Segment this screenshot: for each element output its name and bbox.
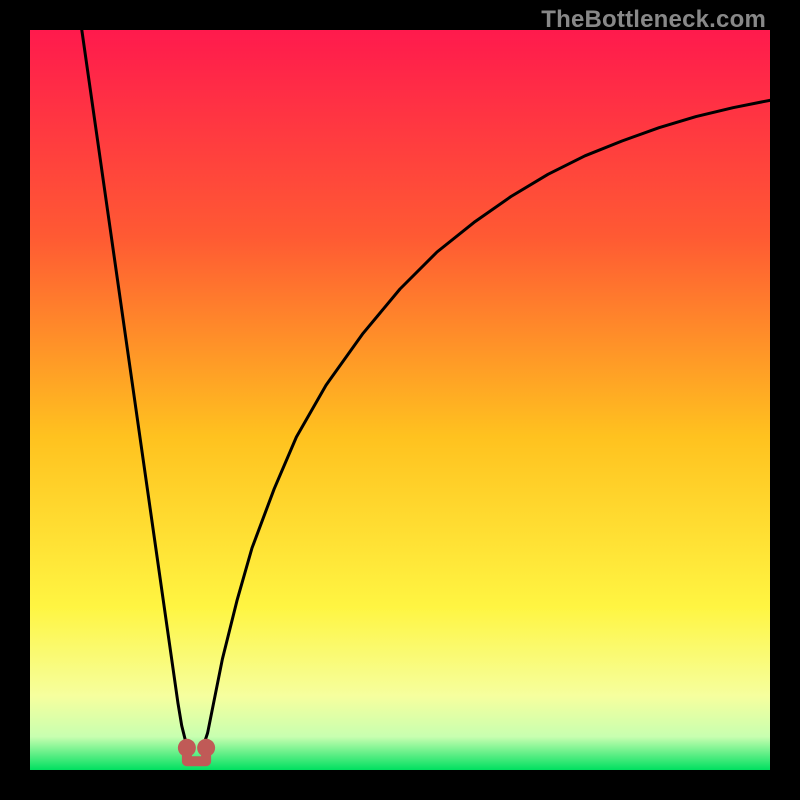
watermark-text: TheBottleneck.com (541, 6, 766, 34)
marker-dot-0 (178, 739, 196, 757)
chart-background (30, 30, 770, 770)
chart-frame (30, 30, 770, 770)
chart-plot (30, 30, 770, 770)
marker-dot-1 (197, 739, 215, 757)
